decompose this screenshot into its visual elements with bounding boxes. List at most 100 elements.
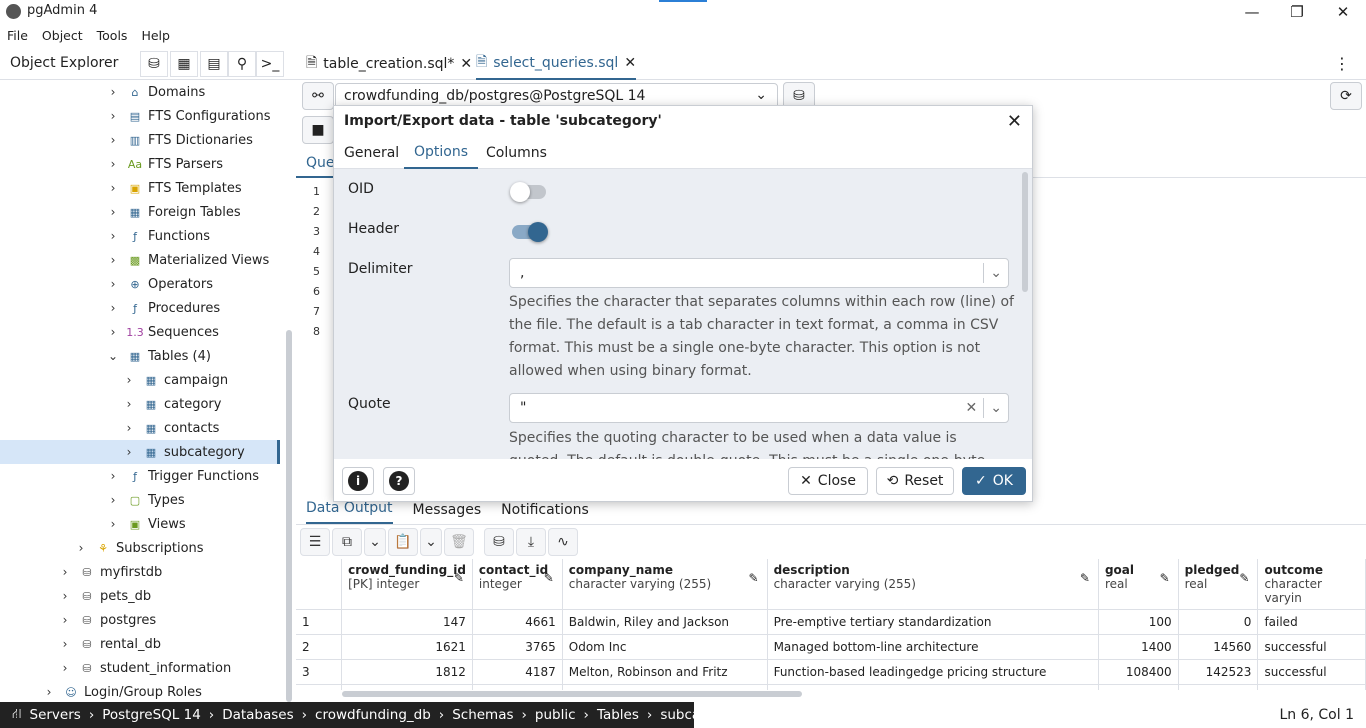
table-cell[interactable]: 1621 — [341, 634, 473, 660]
chevron-right-icon[interactable]: › — [106, 469, 120, 483]
row-number[interactable]: 2 — [296, 634, 343, 660]
paste-icon[interactable]: 📋 — [388, 528, 418, 556]
chevron-right-icon[interactable]: › — [106, 301, 120, 315]
column-header[interactable]: crowd_funding_id [PK] integer ✎ — [341, 559, 473, 610]
quote-select[interactable]: " ✕ ⌄ — [509, 393, 1009, 423]
table-cell[interactable]: successful — [1257, 634, 1366, 660]
copy-dropdown-icon[interactable]: ⌄ — [364, 528, 386, 556]
dialog-close-icon[interactable]: ✕ — [1007, 111, 1022, 132]
tree-item[interactable]: › ⛁ myfirstdb — [0, 560, 280, 584]
tree-item[interactable]: › ▣ FTS Templates — [0, 176, 280, 200]
breadcrumb-item[interactable]: public — [535, 707, 576, 723]
chevron-right-icon[interactable]: › — [42, 685, 56, 699]
table-cell[interactable]: 14560 — [1178, 634, 1259, 660]
table-cell[interactable]: Pre-emptive tertiary standardization — [767, 609, 1099, 635]
tab-general[interactable]: General — [342, 136, 401, 169]
dialog-scrollbar[interactable] — [1022, 172, 1028, 292]
breadcrumb-item[interactable]: crowdfunding_db — [315, 707, 431, 723]
tab-columns[interactable]: Columns — [484, 136, 549, 169]
ok-button[interactable]: ✓ OK — [962, 467, 1026, 495]
table-cell[interactable]: Melton, Robinson and Fritz — [562, 659, 768, 685]
column-header[interactable]: description character varying (255) ✎ — [767, 559, 1099, 610]
tab-table-creation[interactable]: 🗎 table_creation.sql* ✕ — [306, 48, 472, 80]
copy-icon[interactable]: ⧉ — [332, 528, 362, 556]
tree-item[interactable]: › ⊕ Operators — [0, 272, 280, 296]
tree-item[interactable]: › ▦ contacts — [0, 416, 280, 440]
chevron-right-icon[interactable]: › — [122, 445, 136, 459]
clear-icon[interactable]: ✕ — [966, 400, 978, 416]
table-row[interactable]: 2 1621 3765 Odom Inc Managed bottom-line arc… — [296, 634, 1366, 660]
refresh-icon[interactable]: ⟳ — [1330, 82, 1362, 110]
table-cell[interactable]: 3765 — [472, 634, 563, 660]
delete-icon[interactable]: 🗑 — [444, 528, 474, 556]
chevron-right-icon[interactable]: › — [106, 253, 120, 267]
add-row-icon[interactable]: ☰ — [300, 528, 330, 556]
tab-messages[interactable]: Messages — [413, 502, 482, 524]
breadcrumb-item[interactable]: Servers — [30, 707, 81, 723]
paste-dropdown-icon[interactable]: ⌄ — [420, 528, 442, 556]
chevron-down-icon[interactable]: ⌄ — [106, 349, 120, 363]
delimiter-select[interactable]: , ⌄ — [509, 258, 1009, 288]
tree-item[interactable]: › 1.3 Sequences — [0, 320, 280, 344]
open-file-icon[interactable]: ■ — [302, 116, 334, 144]
menu-help[interactable]: Help — [141, 28, 170, 43]
tree-item[interactable]: › ƒ Functions — [0, 224, 280, 248]
table-cell[interactable]: 4661 — [472, 609, 563, 635]
table-cell[interactable]: 4200 — [1098, 684, 1179, 690]
tab-notifications[interactable]: Notifications — [501, 502, 589, 524]
tree-item[interactable]: › ▣ Views — [0, 512, 280, 536]
table-cell[interactable]: Baldwin, Riley and Jackson — [562, 609, 768, 635]
chevron-right-icon[interactable]: › — [106, 157, 120, 171]
menu-tools[interactable]: Tools — [97, 28, 128, 43]
breadcrumb-item[interactable]: PostgreSQL 14 — [102, 707, 201, 723]
chevron-right-icon[interactable]: › — [58, 613, 72, 627]
breadcrumb-item[interactable]: subcategory — [660, 707, 744, 723]
close-icon[interactable]: ✕ — [624, 55, 636, 71]
table-cell[interactable]: 2477 — [1178, 684, 1259, 690]
table-cell[interactable]: failed — [1257, 684, 1366, 690]
tree-item[interactable]: › ▦ category — [0, 392, 280, 416]
table-cell[interactable]: 100 — [1098, 609, 1179, 635]
chevron-right-icon[interactable]: › — [122, 373, 136, 387]
tab-select-queries[interactable]: 🗎 select_queries.sql ✕ — [476, 48, 637, 80]
close-button[interactable]: ✕ Close — [788, 467, 868, 495]
table-cell[interactable]: Mcdonald, Gonzalez and Ross — [562, 684, 768, 690]
tree-item[interactable]: › ⛁ pets_db — [0, 584, 280, 608]
row-number[interactable]: 4 — [296, 684, 343, 690]
menu-file[interactable]: File — [7, 28, 28, 43]
tree-item[interactable]: › Aa FTS Parsers — [0, 152, 280, 176]
chevron-right-icon[interactable]: › — [106, 493, 120, 507]
chevron-right-icon[interactable]: › — [106, 181, 120, 195]
chevron-right-icon[interactable]: › — [106, 517, 120, 531]
menu-object[interactable]: Object — [42, 28, 83, 43]
table-cell[interactable]: 108400 — [1098, 659, 1179, 685]
search-icon[interactable]: ⚲ — [228, 51, 256, 77]
tree-item[interactable]: › ⛁ postgres — [0, 608, 280, 632]
chevron-right-icon[interactable]: › — [106, 133, 120, 147]
chevron-right-icon[interactable]: › — [106, 277, 120, 291]
chevron-right-icon[interactable]: › — [58, 589, 72, 603]
tree-item[interactable]: › ƒ Procedures — [0, 296, 280, 320]
breadcrumb-item[interactable]: Schemas — [452, 707, 513, 723]
restore-button[interactable]: ❐ — [1274, 0, 1320, 23]
column-header[interactable]: contact_id integer ✎ — [472, 559, 563, 610]
tree-item[interactable]: ⌄ ▦ Tables (4) — [0, 344, 280, 368]
table-row[interactable]: 1 147 4661 Baldwin, Riley and Jackson Pre-em… — [296, 609, 1366, 635]
table-cell[interactable]: 2156 — [341, 684, 473, 690]
table-row[interactable]: 421564941Mcdonald, Gonzalez and RossVisi… — [296, 684, 1366, 690]
chevron-right-icon[interactable]: › — [106, 205, 120, 219]
column-header[interactable]: pledged real ✎ — [1178, 559, 1259, 610]
connection-status-icon[interactable]: ⚯ — [302, 82, 334, 110]
close-icon[interactable]: ✕ — [460, 56, 472, 72]
table-cell[interactable]: failed — [1257, 609, 1366, 635]
minimize-button[interactable]: — — [1229, 0, 1275, 23]
grid-horizontal-scrollbar[interactable] — [342, 691, 802, 697]
chevron-right-icon[interactable]: › — [106, 325, 120, 339]
breadcrumb-item[interactable]: Databases — [222, 707, 293, 723]
graph-icon[interactable]: ∿ — [548, 528, 578, 556]
close-window-button[interactable]: ✕ — [1320, 0, 1366, 23]
column-header[interactable]: outcome character varyin — [1257, 559, 1366, 610]
table-cell[interactable]: 0 — [1178, 609, 1259, 635]
table-cell[interactable]: Managed bottom-line architecture — [767, 634, 1099, 660]
tree-item[interactable]: › ☺ Login/Group Roles — [0, 680, 280, 702]
